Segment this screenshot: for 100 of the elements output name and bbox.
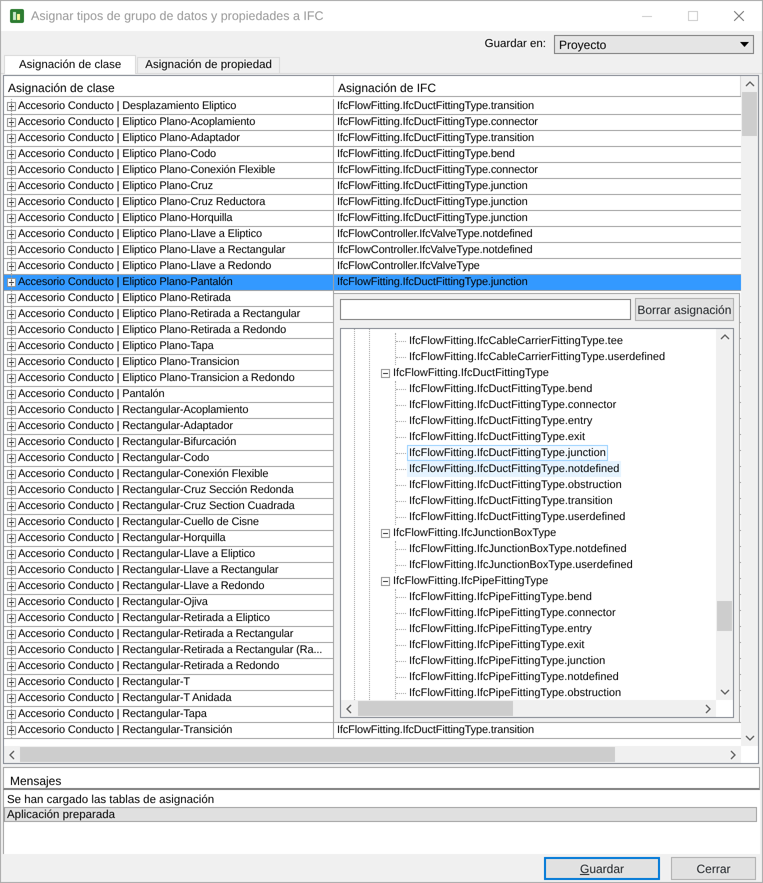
- table-cell[interactable]: IfcFlowFitting.IfcDuctFittingType.connector: [337, 164, 538, 176]
- tab[interactable]: Asignación de clase: [4, 55, 136, 74]
- expand-icon[interactable]: [7, 598, 16, 607]
- table-cell[interactable]: Accesorio Conducto | Rectangular-Cuello de Cisne: [16, 515, 259, 530]
- column-header[interactable]: Asignación de clase: [4, 76, 334, 96]
- tree-item[interactable]: IfcFlowFitting.IfcDuctFittingType.bend: [407, 381, 594, 397]
- tree-item[interactable]: IfcFlowFitting.IfcDuctFittingType.junction: [407, 445, 608, 461]
- table-row[interactable]: Accesorio Conducto | Eliptico Plano-Llave a Eliptico IfcFlowController.IfcValveType.notdefined: [4, 227, 741, 243]
- expand-icon[interactable]: [7, 694, 16, 703]
- table-cell[interactable]: IfcFlowController.IfcValveType.notdefined: [337, 244, 532, 256]
- vertical-scrollbar[interactable]: [741, 76, 758, 746]
- table-row[interactable]: Accesorio Conducto | Eliptico Plano-Cruz Reductora IfcFlowFitting.IfcDuctFittingType.junction: [4, 195, 741, 211]
- expand-icon[interactable]: [7, 150, 16, 159]
- expand-icon[interactable]: [7, 486, 16, 495]
- table-cell[interactable]: Accesorio Conducto | Eliptico Plano-Retirada: [16, 291, 231, 306]
- table-row[interactable]: Accesorio Conducto | Eliptico Plano-Conexión Flexible IfcFlowFitting.IfcDuctFittingType.connector: [4, 163, 741, 179]
- expand-icon[interactable]: [7, 246, 16, 255]
- expand-icon[interactable]: [7, 454, 16, 463]
- expand-icon[interactable]: [7, 534, 16, 543]
- tree-item[interactable]: IfcFlowFitting.IfcJunctionBoxType.userdefined: [407, 557, 635, 573]
- table-cell[interactable]: Accesorio Conducto | Rectangular-Adaptador: [16, 419, 233, 434]
- expand-icon[interactable]: [7, 134, 16, 143]
- collapse-icon[interactable]: [381, 576, 390, 586]
- expand-icon[interactable]: [7, 310, 16, 319]
- tree-item[interactable]: IfcFlowFitting.IfcDuctFittingType.obstruction: [407, 477, 624, 493]
- tree-item[interactable]: IfcFlowFitting.IfcJunctionBoxType: [391, 525, 558, 541]
- table-cell[interactable]: Accesorio Conducto | Eliptico Plano-Acoplamiento: [16, 115, 256, 130]
- expand-icon[interactable]: [7, 422, 16, 431]
- table-cell[interactable]: Accesorio Conducto | Eliptico Plano-Tapa: [16, 339, 214, 354]
- save-in-dropdown[interactable]: Proyecto: [554, 35, 754, 54]
- table-cell[interactable]: IfcFlowController.IfcValveType: [337, 260, 480, 272]
- table-cell[interactable]: IfcFlowFitting.IfcDuctFittingType.transition: [337, 724, 534, 736]
- expand-icon[interactable]: [7, 278, 16, 287]
- table-cell[interactable]: IfcFlowFitting.IfcDuctFittingType.transition: [337, 132, 534, 144]
- table-cell[interactable]: Accesorio Conducto | Eliptico Plano-Pantalón: [16, 275, 233, 290]
- selected-row-highlight[interactable]: Accesorio Conducto | Eliptico Plano-Pantalón IfcFlowFitting.IfcDuctFittingType.junction: [4, 275, 741, 291]
- table-row[interactable]: Accesorio Conducto | Eliptico Plano-Codo IfcFlowFitting.IfcDuctFittingType.bend: [4, 147, 741, 163]
- table-cell[interactable]: IfcFlowFitting.IfcDuctFittingType.junction: [337, 196, 528, 208]
- tree-item[interactable]: IfcFlowFitting.IfcPipeFittingType.junction: [407, 653, 608, 669]
- expand-icon[interactable]: [7, 198, 16, 207]
- expand-icon[interactable]: [7, 470, 16, 479]
- table-cell[interactable]: Accesorio Conducto | Rectangular-Retirada a Redondo: [16, 659, 280, 674]
- table-row[interactable]: Accesorio Conducto | Eliptico Plano-Cruz IfcFlowFitting.IfcDuctFittingType.junction: [4, 179, 741, 195]
- dialog-button[interactable]: Cerrar: [671, 857, 756, 880]
- tree-item[interactable]: IfcFlowFitting.IfcPipeFittingType.connector: [407, 605, 618, 621]
- table-cell[interactable]: IfcFlowFitting.IfcDuctFittingType.junction: [337, 180, 528, 192]
- table-cell[interactable]: Accesorio Conducto | Rectangular-Ojiva: [16, 595, 208, 610]
- horizontal-scrollbar[interactable]: [341, 700, 716, 717]
- table-cell[interactable]: Accesorio Conducto | Rectangular-Acoplamiento: [16, 403, 248, 418]
- clear-assignment-button[interactable]: Borrar asignación: [634, 298, 734, 321]
- tree-item[interactable]: IfcFlowFitting.IfcPipeFittingType.notdefined: [407, 669, 621, 685]
- table-row[interactable]: Accesorio Conducto | Eliptico Plano-Horquilla IfcFlowFitting.IfcDuctFittingType.junction: [4, 211, 741, 227]
- expand-icon[interactable]: [7, 358, 16, 367]
- expand-icon[interactable]: [7, 390, 16, 399]
- table-row[interactable]: Accesorio Conducto | Eliptico Plano-Llave a Rectangular IfcFlowController.IfcValveType.notdefined: [4, 243, 741, 259]
- tree-item[interactable]: IfcFlowFitting.IfcDuctFittingType.notdefined: [407, 461, 622, 477]
- table-cell[interactable]: Accesorio Conducto | Eliptico Plano-Retirada a Redondo: [16, 323, 286, 338]
- search-field[interactable]: [340, 299, 631, 320]
- table-cell[interactable]: Accesorio Conducto | Rectangular-T Anidada: [16, 691, 232, 706]
- expand-icon[interactable]: [7, 342, 16, 351]
- table-cell[interactable]: Accesorio Conducto | Eliptico Plano-Transicion a Redondo: [16, 371, 295, 386]
- tree-item[interactable]: IfcFlowFitting.IfcDuctFittingType.exit: [407, 429, 588, 445]
- table-cell[interactable]: IfcFlowFitting.IfcDuctFittingType.bend: [337, 148, 515, 160]
- expand-icon[interactable]: [7, 518, 16, 527]
- table-cell[interactable]: Accesorio Conducto | Desplazamiento Eliptico: [16, 99, 236, 114]
- vertical-scrollbar[interactable]: [716, 329, 733, 700]
- expand-icon[interactable]: [7, 710, 16, 719]
- expand-icon[interactable]: [7, 262, 16, 271]
- horizontal-scrollbar[interactable]: [4, 746, 741, 763]
- expand-icon[interactable]: [7, 502, 16, 511]
- table-cell[interactable]: Accesorio Conducto | Rectangular-Llave a Rectangular: [16, 563, 278, 578]
- tree-item[interactable]: IfcFlowFitting.IfcJunctionBoxType.notdefined: [407, 541, 629, 557]
- table-cell[interactable]: Accesorio Conducto | Eliptico Plano-Codo: [16, 147, 216, 162]
- table-cell[interactable]: IfcFlowFitting.IfcDuctFittingType.junction: [337, 276, 528, 288]
- expand-icon[interactable]: [7, 550, 16, 559]
- tab[interactable]: Asignación de propiedad: [137, 57, 280, 73]
- dialog-button[interactable]: Guardar: [544, 857, 660, 880]
- table-cell[interactable]: Accesorio Conducto | Rectangular-Cruz Section Cuadrada: [16, 499, 295, 514]
- table-cell[interactable]: Accesorio Conducto | Eliptico Plano-Transicion: [16, 355, 240, 370]
- expand-icon[interactable]: [7, 630, 16, 639]
- expand-icon[interactable]: [7, 726, 16, 735]
- table-cell[interactable]: IfcFlowFitting.IfcDuctFittingType.connector: [337, 116, 538, 128]
- tree-item[interactable]: IfcFlowFitting.IfcPipeFittingType.obstruction: [407, 685, 624, 700]
- expand-icon[interactable]: [7, 374, 16, 383]
- message-item[interactable]: Se han cargado las tablas de asignación: [4, 792, 757, 807]
- table-cell[interactable]: Accesorio Conducto | Rectangular-Horquilla: [16, 531, 226, 546]
- expand-icon[interactable]: [7, 582, 16, 591]
- table-cell[interactable]: Accesorio Conducto | Rectangular-T: [16, 675, 190, 690]
- scrollbar-thumb[interactable]: [742, 92, 757, 136]
- tree-item[interactable]: IfcFlowFitting.IfcCableCarrierFittingType.userdefined: [407, 349, 668, 365]
- table-cell[interactable]: Accesorio Conducto | Eliptico Plano-Cruz: [16, 179, 213, 194]
- table-row[interactable]: Accesorio Conducto | Eliptico Plano-Adaptador IfcFlowFitting.IfcDuctFittingType.transition: [4, 131, 741, 147]
- expand-icon[interactable]: [7, 214, 16, 223]
- expand-icon[interactable]: [7, 118, 16, 127]
- tree-item[interactable]: IfcFlowFitting.IfcDuctFittingType.userdefined: [407, 509, 628, 525]
- expand-icon[interactable]: [7, 662, 16, 671]
- expand-icon[interactable]: [7, 438, 16, 447]
- tree-item[interactable]: IfcFlowFitting.IfcDuctFittingType.transition: [407, 493, 615, 509]
- expand-icon[interactable]: [7, 646, 16, 655]
- collapse-icon[interactable]: [381, 368, 390, 378]
